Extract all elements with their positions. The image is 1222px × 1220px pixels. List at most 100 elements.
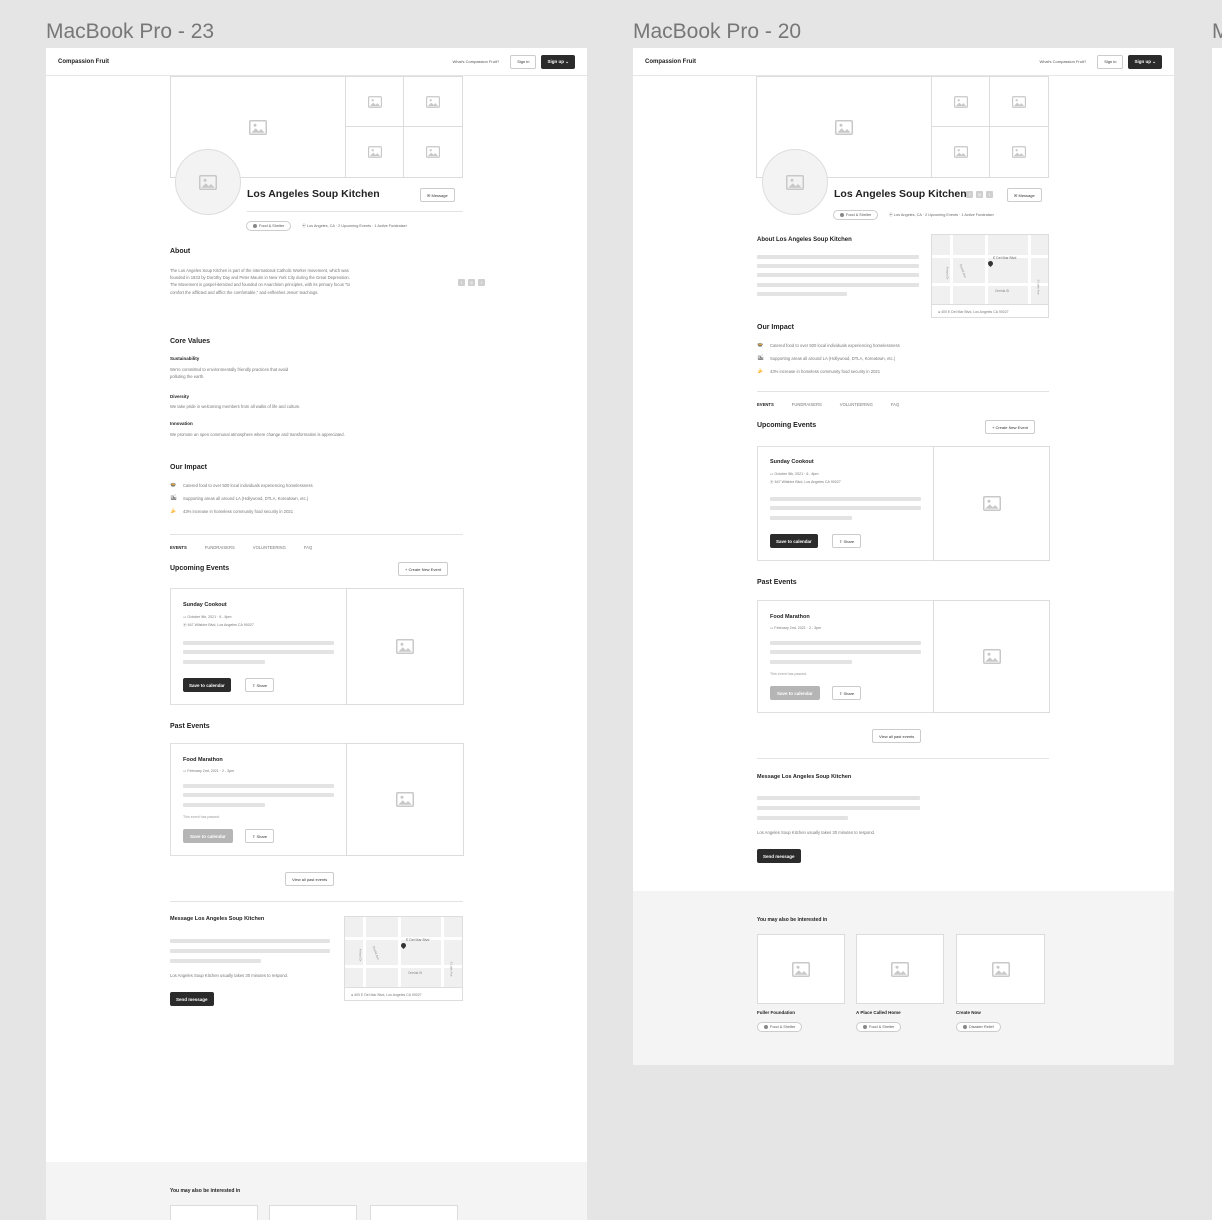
text-placeholder: [757, 255, 919, 259]
image-icon: [983, 496, 1001, 511]
event-card-upcoming[interactable]: Sunday Cookout ▭ October 5th, 2021 · 6 -…: [170, 588, 464, 705]
share-button[interactable]: ⇪ Share: [245, 829, 275, 843]
message-input-placeholder[interactable]: [170, 939, 330, 943]
text-placeholder: [757, 292, 847, 296]
event-card-past[interactable]: Food Marathon ▭ February 2nd, 2021 · 2 -…: [170, 743, 464, 856]
rec-card-image[interactable]: [956, 934, 1045, 1004]
map-street-label: Euclid Ave: [958, 263, 968, 279]
event-card-past[interactable]: Food Marathon ▭ February 2nd, 2021 · 2 -…: [757, 600, 1050, 713]
value-body: We promote an open communal atmosphere w…: [170, 432, 345, 437]
section-divider: [757, 758, 1049, 759]
message-input-placeholder[interactable]: [170, 949, 330, 953]
impact-text: Catered food to over 500 local individua…: [770, 342, 900, 348]
gallery-thumb-2[interactable]: [989, 76, 1049, 127]
tab-events[interactable]: EVENTS: [757, 402, 774, 407]
send-message-button[interactable]: Send message: [757, 849, 801, 863]
category-label: Food & Shelter: [259, 224, 285, 228]
pin-icon: ⦿: [183, 623, 187, 627]
message-input-placeholder[interactable]: [757, 796, 920, 800]
brand-logo[interactable]: Compassion Fruit: [58, 59, 109, 65]
location-map[interactable]: E Del Mar Blvd Oneida St Arroyo Dr Eucli…: [344, 916, 463, 1001]
impact-text: 43% increase in homeless community food …: [183, 508, 294, 514]
gallery-thumb-3[interactable]: [931, 126, 990, 178]
save-to-calendar-button[interactable]: Save to calendar: [183, 678, 231, 692]
create-event-button[interactable]: + Create New Event: [985, 420, 1035, 434]
map-street-label: Euclid Ave: [371, 945, 381, 961]
org-name: Los Angeles Soup Kitchen: [247, 188, 380, 200]
message-input-placeholder[interactable]: [170, 959, 261, 963]
twitter-icon[interactable]: t: [478, 279, 485, 286]
image-icon: [792, 962, 810, 977]
impact-text: 43% increase in homeless community food …: [770, 368, 881, 374]
rec-card-image[interactable]: [370, 1205, 458, 1220]
tab-volunteering[interactable]: VOLUNTEERING: [253, 545, 286, 550]
tag-icon: [963, 1025, 967, 1029]
top-nav: Compassion Fruit What's Compassion Fruit…: [46, 48, 587, 76]
social-links: f ◎ t: [966, 191, 993, 198]
rec-card-image[interactable]: [269, 1205, 357, 1220]
category-chip[interactable]: Food & Shelter: [833, 210, 879, 220]
gallery-thumb-1[interactable]: [345, 76, 404, 127]
message-input-placeholder[interactable]: [757, 816, 848, 820]
sign-in-button[interactable]: Sign in: [510, 54, 537, 69]
sign-up-button[interactable]: Sign up ⌄: [541, 54, 575, 69]
rec-card-image[interactable]: [757, 934, 845, 1004]
text-placeholder: [770, 497, 921, 501]
message-button[interactable]: ✉ Message: [420, 188, 455, 202]
message-input-placeholder[interactable]: [757, 806, 920, 810]
sign-up-button[interactable]: Sign up ⌄: [1128, 54, 1162, 69]
impact-item: 🍲 Catered food to over 500 local individu…: [170, 482, 312, 488]
gallery-thumb-4[interactable]: [403, 126, 463, 178]
category-chip[interactable]: Food & Shelter: [246, 221, 292, 231]
tab-fundraisers[interactable]: FUNDRAISERS: [792, 402, 822, 407]
share-icon: ⇪: [252, 833, 256, 839]
rec-card-image[interactable]: [856, 934, 944, 1004]
facebook-icon[interactable]: f: [966, 191, 973, 198]
tab-faq[interactable]: FAQ: [304, 545, 312, 550]
tab-fundraisers[interactable]: FUNDRAISERS: [205, 545, 235, 550]
view-all-past-events-button[interactable]: View all past events: [872, 729, 922, 743]
event-image: [346, 588, 464, 705]
twitter-icon[interactable]: t: [986, 191, 993, 198]
save-to-calendar-button[interactable]: Save to calendar: [770, 534, 818, 548]
create-event-button[interactable]: + Create New Event: [398, 562, 448, 576]
brand-logo[interactable]: Compassion Fruit: [645, 59, 696, 65]
rec-card-tag: Food & Shelter: [757, 1022, 803, 1032]
calendar-icon: ▭: [183, 615, 187, 619]
map-street-label: S Lake Ave: [1036, 279, 1041, 295]
text-placeholder: [183, 784, 334, 788]
save-to-calendar-button-disabled: Save to calendar: [183, 829, 233, 843]
instagram-icon[interactable]: ◎: [976, 191, 983, 198]
gallery-thumb-2[interactable]: [403, 76, 463, 127]
facebook-icon[interactable]: f: [458, 279, 465, 286]
tab-events[interactable]: EVENTS: [170, 545, 187, 550]
text-placeholder: [183, 660, 265, 664]
rec-card-name[interactable]: A Place Called Home: [856, 1010, 901, 1015]
share-button[interactable]: ⇪ Share: [832, 534, 862, 548]
pin-icon: ●: [938, 310, 941, 314]
avatar: [762, 149, 828, 215]
view-all-past-events-button[interactable]: View all past events: [285, 872, 335, 886]
share-button[interactable]: ⇪ Share: [245, 678, 275, 692]
rec-card-image[interactable]: [170, 1205, 258, 1220]
location-map[interactable]: E Del Mar Blvd Oneida St Arroyo Dr Eucli…: [931, 234, 1049, 318]
whats-compassion-fruit-link[interactable]: What's Compassion Fruit?: [1039, 59, 1086, 64]
gallery-thumb-4[interactable]: [989, 126, 1049, 178]
impact-item: 🏙 Supporting areas all around LA (Hollywo…: [757, 355, 895, 361]
rec-tag-label: Food & Shelter: [869, 1025, 895, 1029]
tab-faq[interactable]: FAQ: [891, 402, 899, 407]
gallery-thumb-1[interactable]: [931, 76, 990, 127]
event-card-upcoming[interactable]: Sunday Cookout ▭ October 5th, 2021 · 6 -…: [757, 446, 1050, 561]
gallery-thumb-3[interactable]: [345, 126, 404, 178]
whats-compassion-fruit-link[interactable]: What's Compassion Fruit?: [452, 59, 499, 64]
instagram-icon[interactable]: ◎: [468, 279, 475, 286]
message-button[interactable]: ✉ Message: [1007, 188, 1042, 202]
sign-in-button[interactable]: Sign in: [1097, 54, 1124, 69]
map-road: [950, 235, 953, 304]
rec-card-name[interactable]: Fuller Foundation: [757, 1010, 795, 1015]
send-message-button[interactable]: Send message: [170, 992, 214, 1006]
tab-volunteering[interactable]: VOLUNTEERING: [840, 402, 873, 407]
share-button[interactable]: ⇪ Share: [832, 686, 862, 700]
rec-card-name[interactable]: Create Now: [956, 1010, 981, 1015]
share-label: Share: [256, 682, 268, 688]
